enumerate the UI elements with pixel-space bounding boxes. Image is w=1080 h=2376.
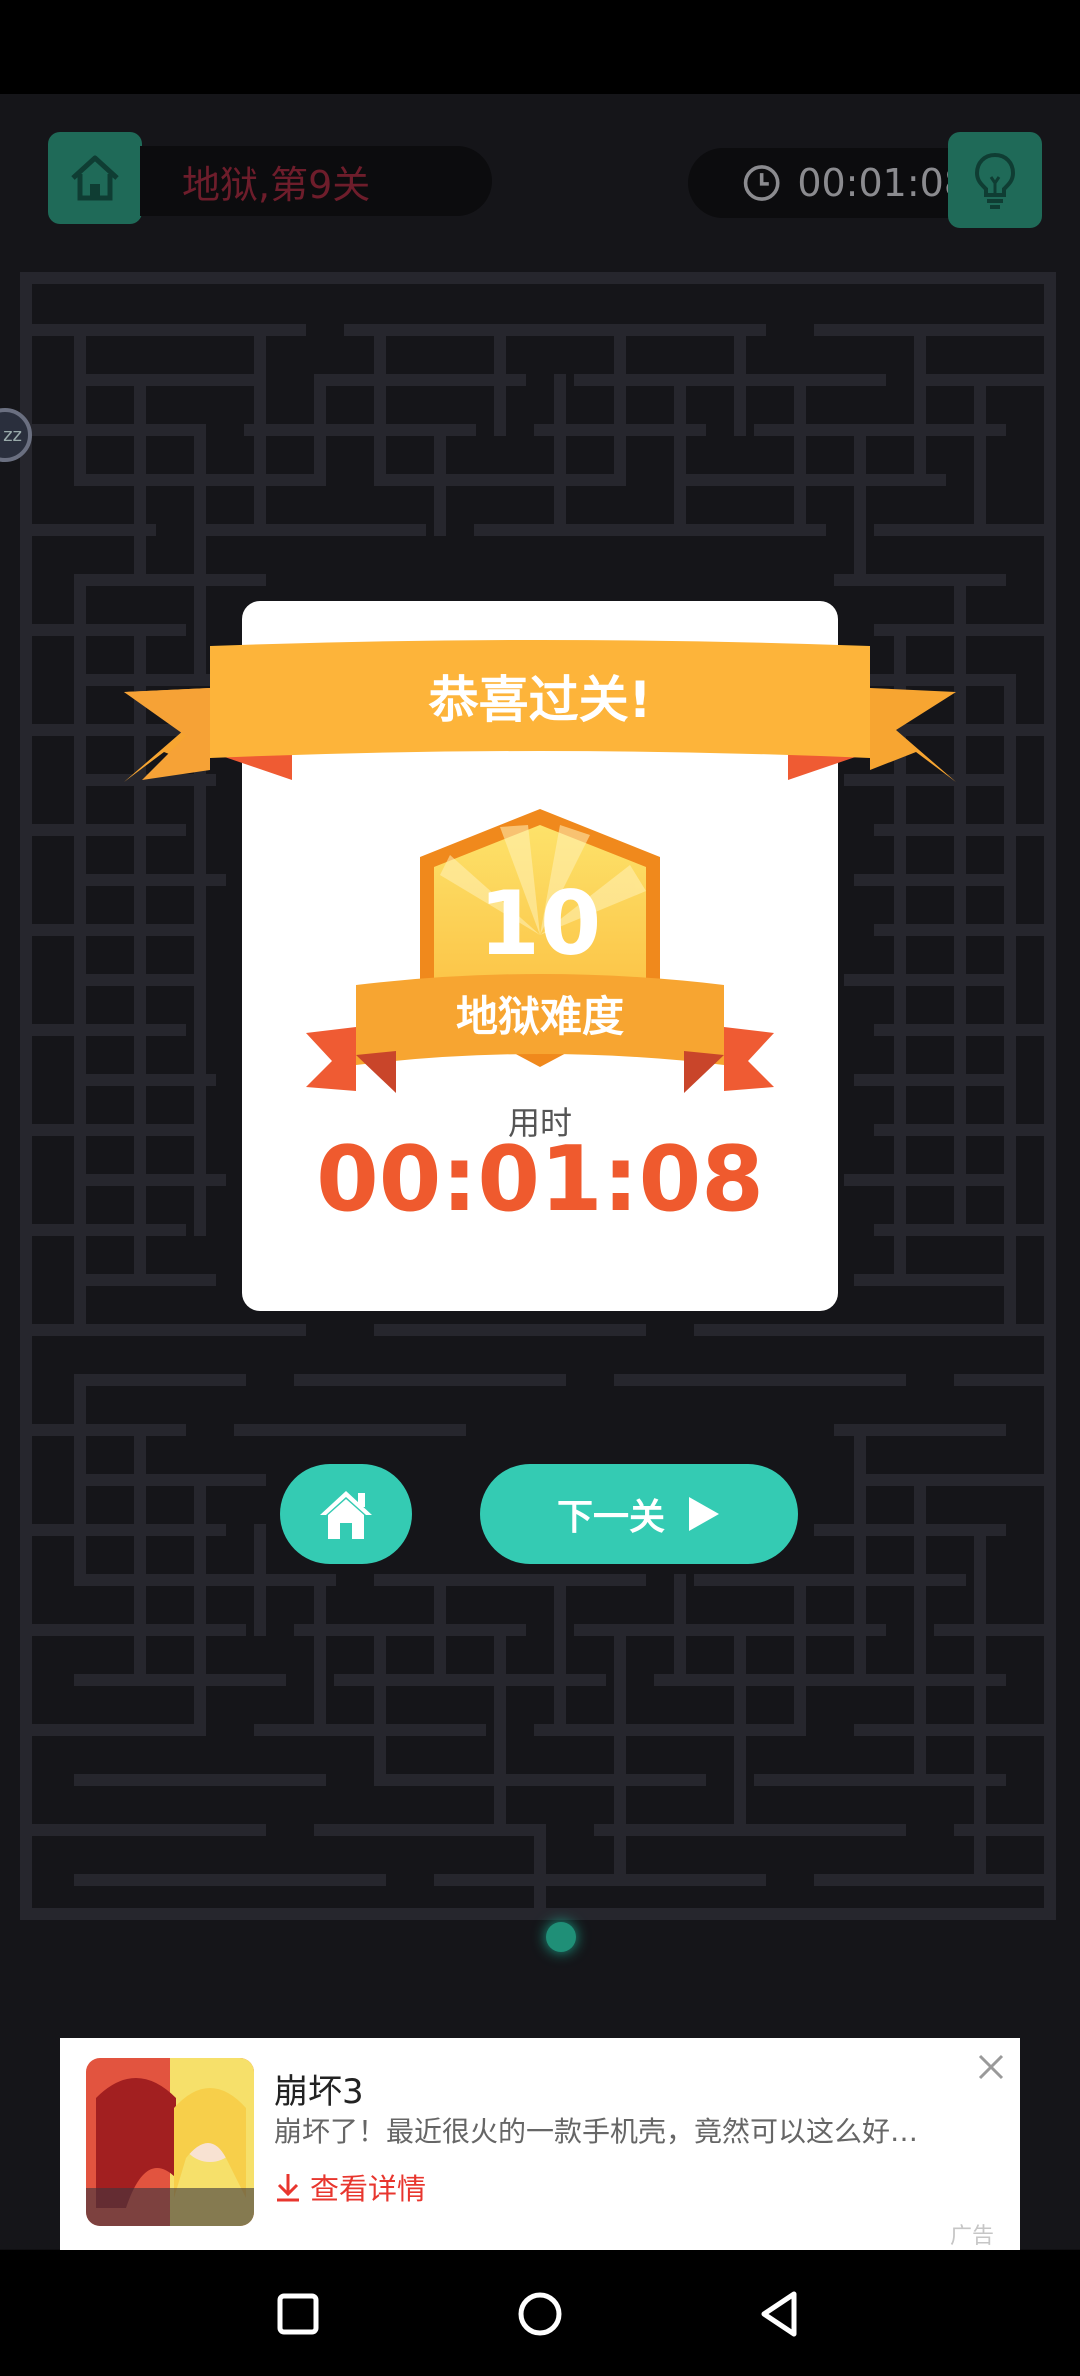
lightbulb-icon xyxy=(974,152,1016,209)
ad-banner[interactable]: 崩坏3 崩坏了！最近很火的一款手机壳，竟然可以这么好… 查看详情 广告 xyxy=(60,2038,1020,2250)
ad-description: 崩坏了！最近很火的一款手机壳，竟然可以这么好… xyxy=(274,2115,919,2148)
completion-time: 00:01:08 xyxy=(316,1127,764,1232)
level-indicator: 地狱,第9关 xyxy=(140,146,492,216)
navigation-bar xyxy=(0,2250,1080,2376)
home-icon xyxy=(320,1491,372,1539)
download-icon xyxy=(277,2174,299,2202)
home-button[interactable] xyxy=(280,1464,412,1564)
play-icon xyxy=(689,1497,719,1531)
clock-icon xyxy=(743,165,780,201)
ad-title: 崩坏3 xyxy=(274,2072,364,2112)
game-art-image xyxy=(86,2058,254,2226)
ad-thumbnail[interactable] xyxy=(86,2058,254,2226)
status-bar xyxy=(0,0,1080,94)
player-ball xyxy=(546,1922,576,1952)
home-icon xyxy=(71,155,119,201)
next-level-button[interactable]: 下一关 xyxy=(480,1464,798,1564)
ad-details-link[interactable]: 查看详情 xyxy=(274,2166,426,2208)
close-icon[interactable] xyxy=(974,2050,1008,2084)
next-level-label: 下一关 xyxy=(556,1497,665,1538)
home-button-top[interactable] xyxy=(48,132,142,224)
recents-icon[interactable] xyxy=(272,2288,324,2340)
timer-value: 00:01:08 xyxy=(797,161,968,205)
level-label: 地狱,第9关 xyxy=(182,162,371,207)
home-nav-icon[interactable] xyxy=(514,2288,566,2340)
timer-indicator: 00:01:08 xyxy=(688,148,968,218)
difficulty-label: 地狱难度 xyxy=(455,992,624,1041)
ad-tag: 广告 xyxy=(950,2224,995,2249)
back-icon[interactable] xyxy=(754,2288,806,2340)
hint-button[interactable] xyxy=(948,132,1042,228)
result-title: 恭喜过关! xyxy=(428,671,652,729)
difficulty-level-number: 10 xyxy=(478,872,602,975)
ad-details-label: 查看详情 xyxy=(310,2172,427,2206)
